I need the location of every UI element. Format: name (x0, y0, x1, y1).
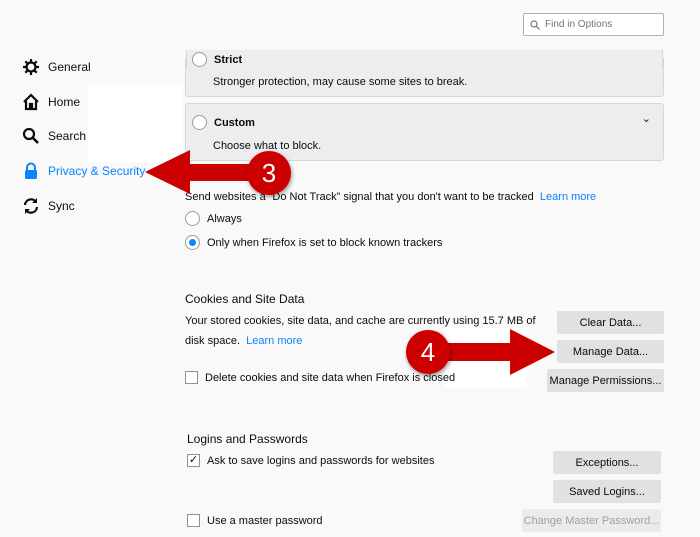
step-4-badge: 4 (406, 330, 450, 374)
always-label: Always (207, 212, 242, 225)
delete-cookies-checkbox[interactable] (185, 371, 198, 384)
search-icon (530, 19, 540, 30)
cookies-desc: Your stored cookies, site data, and cach… (185, 315, 536, 327)
cookies-desc-2: disk space. (185, 335, 241, 347)
chevron-down-icon[interactable]: ⌄ (642, 112, 651, 125)
sidebar-item-search[interactable]: Search (22, 127, 86, 145)
step-3-badge: 3 (247, 151, 291, 195)
sidebar-label: Privacy & Security (48, 164, 146, 178)
logins-heading: Logins and Passwords (187, 432, 308, 446)
search-placeholder: Find in Options (545, 19, 613, 30)
cookies-learn-more-link[interactable]: Learn more (246, 335, 302, 347)
delete-cookies-option[interactable]: Delete cookies and site data when Firefo… (185, 371, 455, 384)
strict-radio[interactable] (192, 52, 207, 67)
dnt-learn-more-link[interactable]: Learn more (540, 191, 596, 203)
sidebar-item-home[interactable]: Home (22, 93, 80, 111)
only-when-radio[interactable] (185, 235, 200, 250)
master-password-label: Use a master password (207, 514, 323, 527)
clear-data-button[interactable]: Clear Data... (557, 311, 664, 334)
always-radio[interactable] (185, 211, 200, 226)
manage-data-button[interactable]: Manage Data... (557, 340, 664, 363)
sidebar-label: General (48, 60, 91, 74)
sidebar-label: Home (48, 95, 81, 109)
custom-radio[interactable] (192, 115, 207, 130)
cookies-heading: Cookies and Site Data (185, 292, 305, 306)
ask-save-logins-label: Ask to save logins and passwords for web… (207, 454, 435, 467)
lock-icon (25, 162, 37, 179)
sidebar-item-sync[interactable]: Sync (22, 197, 75, 215)
exceptions-button[interactable]: Exceptions... (553, 451, 661, 474)
sidebar-item-privacy-security[interactable]: Privacy & Security (22, 162, 145, 180)
sync-icon (23, 198, 39, 214)
delete-cookies-label: Delete cookies and site data when Firefo… (205, 371, 456, 384)
strict-desc: Stronger protection, may cause some site… (213, 76, 468, 88)
manage-permissions-button[interactable]: Manage Permissions... (547, 369, 664, 392)
saved-logins-button[interactable]: Saved Logins... (553, 480, 661, 503)
sidebar-label: Search (48, 129, 87, 143)
home-icon (23, 93, 39, 111)
ask-save-logins-checkbox[interactable]: ✓ (187, 454, 200, 467)
strict-header-visible: Strict (185, 50, 664, 68)
gear-icon (23, 59, 39, 75)
master-password-option[interactable]: Use a master password (187, 514, 323, 527)
sidebar-item-general[interactable]: General (22, 58, 91, 76)
change-master-password-button: Change Master Password... (522, 509, 661, 532)
search-icon (22, 127, 39, 144)
find-in-options-input[interactable]: Find in Options (523, 13, 664, 36)
dnt-always[interactable]: Always (185, 211, 242, 226)
dnt-only-when[interactable]: Only when Firefox is set to block known … (185, 235, 442, 250)
master-password-checkbox[interactable] (187, 514, 200, 527)
custom-title: Custom (214, 116, 255, 129)
strict-title: Strict (214, 53, 243, 66)
sidebar-label: Sync (48, 199, 75, 213)
only-when-label: Only when Firefox is set to block known … (207, 236, 443, 249)
ask-save-logins-option[interactable]: ✓ Ask to save logins and passwords for we… (187, 454, 434, 467)
